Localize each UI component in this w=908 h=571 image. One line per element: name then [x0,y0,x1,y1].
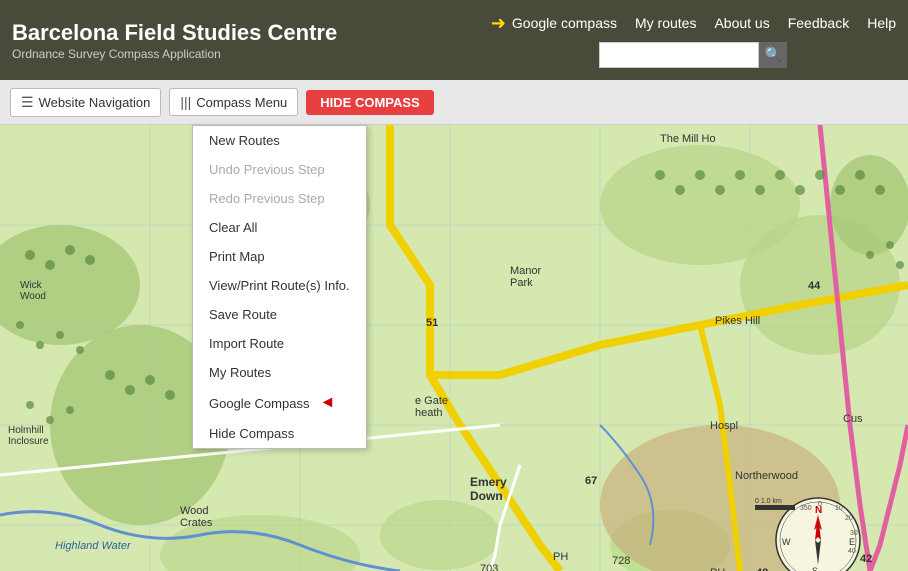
menu-item-new-routes[interactable]: New Routes [193,126,366,155]
menu-item-my-routes[interactable]: My Routes [193,358,366,387]
site-header: Barcelona Field Studies Centre Ordnance … [0,0,908,80]
compass-menu-button[interactable]: ||| Compass Menu [169,88,298,116]
svg-text:20: 20 [845,515,853,522]
search-bar: 🔍 [599,42,787,68]
search-icon: 🔍 [765,46,782,63]
menu-item-view-print-routes[interactable]: View/Print Route(s) Info. [193,271,366,300]
site-title: Barcelona Field Studies Centre [12,19,491,48]
nav-google-compass[interactable]: ➜ Google compass [491,13,617,34]
search-input[interactable] [599,42,759,68]
menu-item-redo[interactable]: Redo Previous Step [193,184,366,213]
menu-item-import-route[interactable]: Import Route [193,329,366,358]
svg-text:0: 0 [818,501,822,508]
menu-item-google-compass[interactable]: Google Compass ◄ [193,387,366,419]
nav-help[interactable]: Help [867,15,896,31]
svg-text:40: 40 [848,548,856,555]
menu-item-clear-all[interactable]: Clear All [193,213,366,242]
map-background: N E S W 350 0 10 20 30 40 0 1.0 km [0,125,908,571]
svg-text:30: 30 [850,530,858,537]
nav-my-routes[interactable]: My routes [635,15,696,31]
nav-feedback[interactable]: Feedback [788,15,849,31]
nav-links: ➜ Google compass My routes About us Feed… [491,13,896,34]
header-nav: ➜ Google compass My routes About us Feed… [491,13,896,68]
map-container[interactable]: N E S W 350 0 10 20 30 40 0 1.0 km The M… [0,125,908,571]
menu-item-print-map[interactable]: Print Map [193,242,366,271]
svg-text:W: W [782,537,791,547]
hamburger-icon: ☰ [21,94,34,111]
svg-text:0 1.0 km: 0 1.0 km [755,498,782,505]
header-left: Barcelona Field Studies Centre Ordnance … [12,19,491,62]
menu-item-undo[interactable]: Undo Previous Step [193,155,366,184]
svg-text:350: 350 [800,505,812,512]
compass-dropdown-menu: New Routes Undo Previous Step Redo Previ… [192,125,367,449]
svg-text:10: 10 [835,505,843,512]
nav-about-us[interactable]: About us [714,15,769,31]
google-compass-arrow-icon: ◄ [319,394,335,412]
website-nav-button[interactable]: ☰ Website Navigation [10,88,161,117]
site-subtitle: Ordnance Survey Compass Application [12,47,491,61]
toolbar: ☰ Website Navigation ||| Compass Menu HI… [0,80,908,125]
search-button[interactable]: 🔍 [759,42,787,68]
svg-text:E: E [849,537,855,547]
compass-menu-icon: ||| [180,94,191,110]
menu-item-hide-compass[interactable]: Hide Compass [193,419,366,448]
nav-arrow-icon: ➜ [491,13,506,34]
svg-text:S: S [812,566,818,571]
hide-compass-button[interactable]: HIDE COMPASS [306,90,433,115]
menu-item-save-route[interactable]: Save Route [193,300,366,329]
